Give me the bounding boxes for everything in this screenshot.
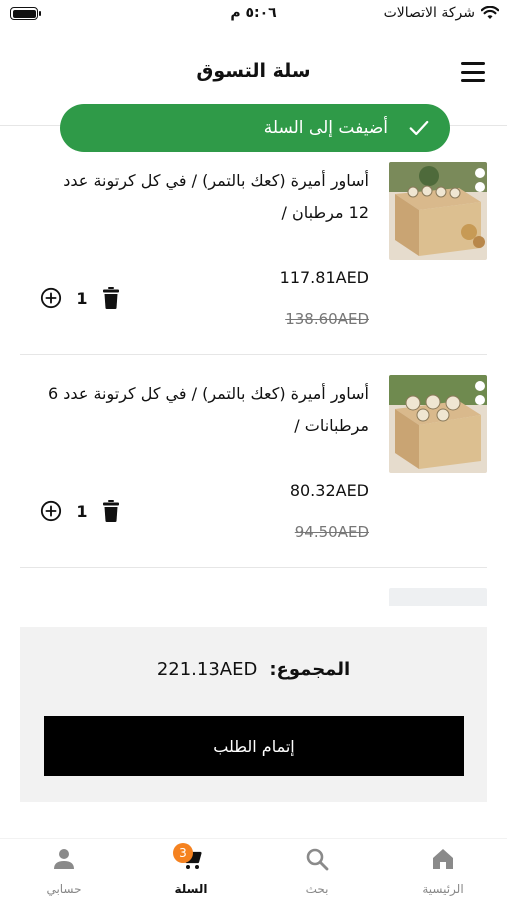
checkout-button[interactable]: إتمام الطلب [44,716,464,776]
quantity-controls: 1 [40,287,120,309]
product-image[interactable] [389,588,487,606]
product-price: 80.32AED [289,481,369,500]
product-price: 117.81AED [279,268,369,287]
carrier-name: شركة الاتصالات [383,5,475,21]
menu-button[interactable] [461,62,485,82]
cart-item: أساور أميرة (كعك بالتمر) / في كل كرتونة … [20,375,487,587]
home-icon [433,849,453,869]
nav-item-cart[interactable]: 3 السلة [151,843,231,896]
nav-item-search[interactable]: بحث [277,847,357,896]
nav-item-home[interactable]: الرئيسية [403,847,483,896]
check-icon [409,120,429,136]
quantity-value: 1 [76,501,88,521]
product-old-price: 94.50AED [294,523,369,541]
nav-label: السلة [174,882,208,896]
total-value: 221.13AED [156,659,258,680]
total-row: المجموع: 221.13AED [20,659,487,680]
app-header: سلة التسوق [0,40,507,102]
nav-label: بحث [305,882,329,896]
product-image[interactable] [389,375,487,473]
page-title: سلة التسوق [196,60,311,82]
wifi-icon [481,6,499,19]
product-image[interactable] [389,162,487,260]
total-label: المجموع: [269,659,351,680]
cart-count-badge: 3 [173,843,193,863]
toast-message: أضيفت إلى السلة [263,118,388,138]
trash-icon[interactable] [102,287,120,309]
item-divider [20,354,487,355]
quantity-value: 1 [76,288,88,308]
trash-icon[interactable] [102,500,120,522]
item-divider [20,567,487,568]
product-old-price: 138.60AED [285,310,369,328]
nav-item-account[interactable]: حسابي [24,847,104,896]
status-bar: ٥:٠٦ م شركة الاتصالات [0,0,507,30]
increase-quantity-button[interactable] [40,287,62,309]
quantity-controls: 1 [40,500,120,522]
carrier-info: شركة الاتصالات [384,5,499,21]
added-to-cart-toast: أضيفت إلى السلة [60,104,450,152]
order-summary: المجموع: 221.13AED إتمام الطلب [20,627,487,802]
nav-label: الرئيسية [422,882,464,896]
product-name[interactable]: أساور أميرة (كعك بالتمر) / في كل كرتونة … [39,378,369,442]
increase-quantity-button[interactable] [40,500,62,522]
bottom-nav: حسابي 3 السلة بحث الرئيسية [0,838,507,900]
cart-item-partial [20,588,487,606]
product-name[interactable]: أساور أميرة (كعك بالتمر) / في كل كرتونة … [39,165,369,229]
menu-icon [461,62,485,65]
nav-label: حسابي [46,882,82,896]
cart-item: أساور أميرة (كعك بالتمر) / في كل كرتونة … [20,162,487,374]
search-icon [306,848,329,871]
person-icon [54,849,74,869]
